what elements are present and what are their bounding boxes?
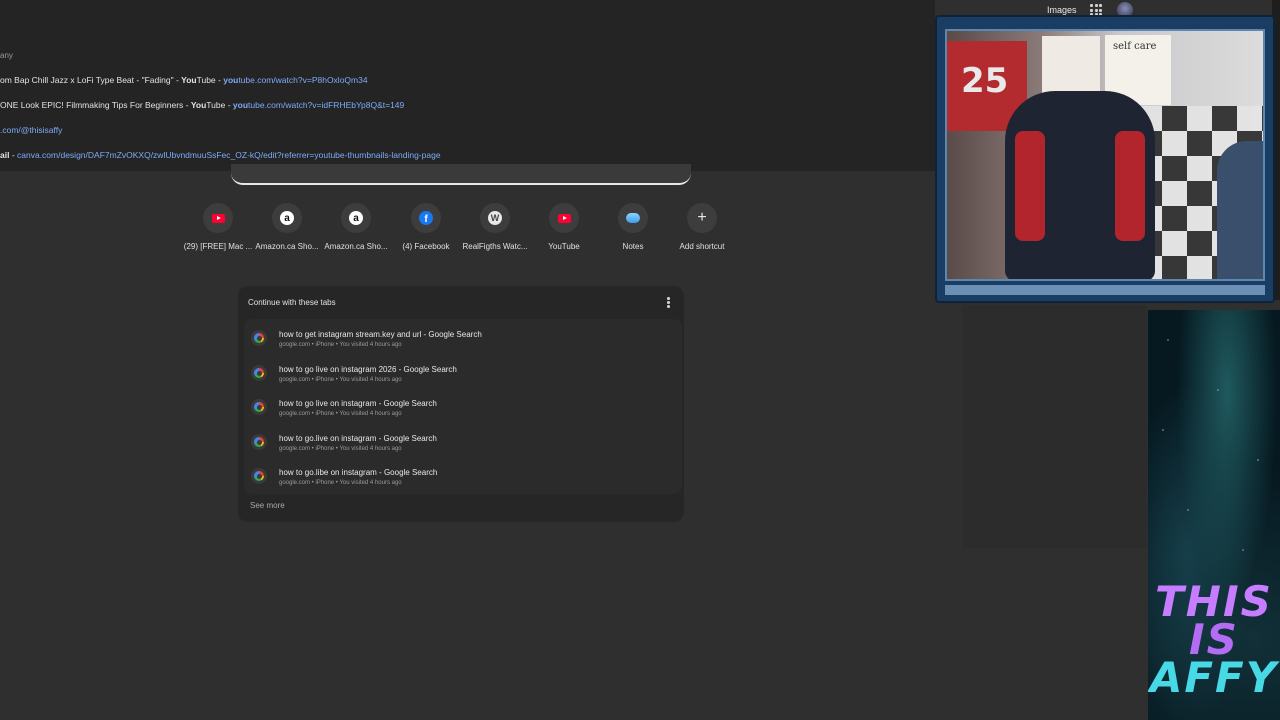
suggestion-url: canva.com/design/DAF7mZvOKXQ/zwlUbvndmuu…	[17, 150, 441, 160]
tab-title: how to go live on instagram 2026 - Googl…	[279, 365, 457, 374]
youtube-icon	[211, 213, 225, 223]
shortcut-tile[interactable]: (29) [FREE] Mac ...	[183, 203, 253, 251]
amazon-icon: a	[280, 211, 294, 225]
shortcut-tile[interactable]: W RealFigths Watc...	[460, 203, 530, 251]
tab-meta: google.com • iPhone • You visited 4 hour…	[279, 480, 402, 486]
suggestion-fragment: any	[0, 51, 13, 60]
google-icon	[251, 468, 267, 484]
shortcut-label: RealFigths Watc...	[462, 242, 528, 251]
shortcut-tile[interactable]: f (4) Facebook	[391, 203, 461, 251]
suggestion-url: youtube.com/watch?v=P8hOxloQm34	[223, 75, 368, 85]
tab-list: how to get instagram stream.key and url …	[244, 319, 682, 494]
tab-meta: google.com • iPhone • You visited 4 hour…	[279, 342, 402, 348]
suggestion-item[interactable]: om Bap Chill Jazz x LoFi Type Beat - "Fa…	[0, 75, 368, 85]
wordpress-icon: W	[488, 211, 502, 225]
side-panel-background	[962, 305, 1147, 548]
shortcut-tile[interactable]: YouTube	[529, 203, 599, 251]
tab-meta: google.com • iPhone • You visited 4 hour…	[279, 446, 402, 452]
suggestion-title-end: Tube	[206, 100, 226, 110]
suggestion-item[interactable]: ail - canva.com/design/DAF7mZvOKXQ/zwlUb…	[0, 150, 441, 160]
suggestion-url: .com/@thisisaffy	[0, 125, 63, 135]
webcam-video: 25 self care	[945, 29, 1265, 281]
shortcut-tile[interactable]: a Amazon.ca Sho...	[252, 203, 322, 251]
omnibox-dropdown: any om Bap Chill Jazz x LoFi Type Beat -…	[0, 0, 935, 171]
search-box[interactable]	[231, 164, 691, 185]
add-shortcut-button[interactable]: + Add shortcut	[667, 203, 737, 251]
suggestion-separator: -	[225, 100, 233, 110]
suggestion-title: ONE Look EPIC! Filmmaking Tips For Begin…	[0, 100, 191, 110]
suggestion-item[interactable]: ONE Look EPIC! Filmmaking Tips For Begin…	[0, 100, 404, 110]
tab-row[interactable]: how to go live on instagram - Google Sea…	[244, 390, 682, 424]
tab-row[interactable]: how to go.libe on instagram - Google Sea…	[244, 459, 682, 493]
tab-meta: google.com • iPhone • You visited 4 hour…	[279, 377, 402, 383]
webcam-frame: 25 self care	[935, 15, 1275, 303]
tab-row[interactable]: how to get instagram stream.key and url …	[244, 321, 682, 355]
tab-row[interactable]: how to go.live on instagram - Google Sea…	[244, 425, 682, 459]
continue-tabs-card: Continue with these tabs how to get inst…	[238, 286, 684, 522]
tab-row[interactable]: how to go live on instagram 2026 - Googl…	[244, 356, 682, 390]
overlay-text: AFFY	[1149, 653, 1279, 702]
tab-title: how to go.libe on instagram - Google Sea…	[279, 468, 438, 477]
gaming-chair	[1005, 91, 1155, 279]
cloud-icon	[626, 213, 640, 223]
suggestion-title-end: Tube	[196, 75, 216, 85]
webcam-frame-bottom	[945, 285, 1265, 295]
shortcut-label: Amazon.ca Sho...	[255, 242, 319, 251]
shortcut-label: YouTube	[548, 242, 580, 251]
suggestion-title-bold: You	[190, 100, 207, 110]
google-icon	[251, 434, 267, 450]
facebook-icon: f	[419, 211, 433, 225]
suggestion-item[interactable]: .com/@thisisaffy	[0, 125, 62, 135]
card-title: Continue with these tabs	[248, 298, 336, 307]
more-options-icon[interactable]	[667, 297, 670, 309]
images-link[interactable]: Images	[1047, 5, 1077, 15]
see-more-link[interactable]: See more	[250, 501, 285, 510]
shortcut-label: Notes	[622, 242, 644, 251]
plus-icon: +	[697, 209, 707, 226]
shortcut-tile[interactable]: Notes	[598, 203, 668, 251]
tab-title: how to get instagram stream.key and url …	[279, 330, 482, 339]
shortcut-label: (4) Facebook	[402, 242, 450, 251]
suggestion-separator: -	[9, 150, 18, 160]
person	[1217, 141, 1263, 279]
amazon-icon: a	[349, 211, 363, 225]
google-icon	[251, 399, 267, 415]
shortcut-label: (29) [FREE] Mac ...	[183, 242, 253, 251]
tab-title: how to go live on instagram - Google Sea…	[279, 399, 437, 408]
suggestion-title: om Bap Chill Jazz x LoFi Type Beat - "Fa…	[0, 75, 182, 85]
shortcuts-row: (29) [FREE] Mac ... a Amazon.ca Sho... a…	[183, 203, 743, 263]
youtube-icon	[557, 213, 571, 223]
tab-title: how to go.live on instagram - Google Sea…	[279, 434, 437, 443]
shortcut-label: Amazon.ca Sho...	[324, 242, 388, 251]
tab-meta: google.com • iPhone • You visited 4 hour…	[279, 411, 402, 417]
google-icon	[251, 330, 267, 346]
suggestion-title-bold: You	[181, 75, 197, 85]
shortcut-tile[interactable]: a Amazon.ca Sho...	[321, 203, 391, 251]
stream-overlay-panel: THIS IS AFFY	[1148, 310, 1280, 720]
google-icon	[251, 365, 267, 381]
suggestion-url: youtube.com/watch?v=idFRHEbYp8Q&t=149	[232, 100, 405, 110]
shortcut-label: Add shortcut	[679, 242, 725, 251]
